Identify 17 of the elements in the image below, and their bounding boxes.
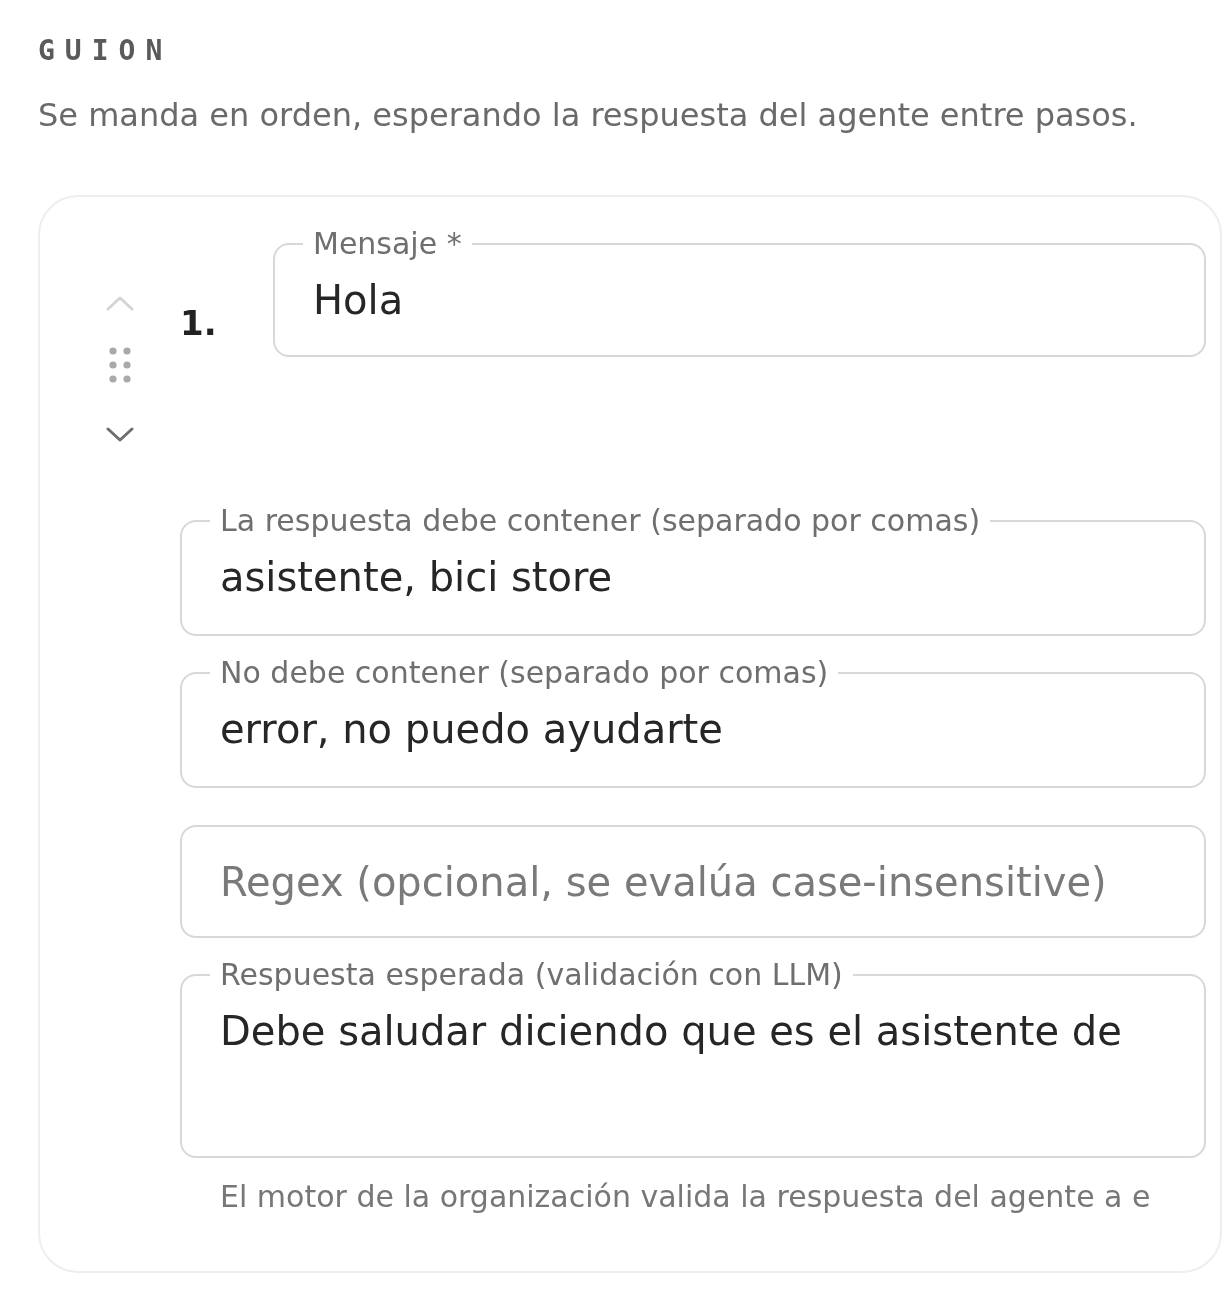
helper-text: El motor de la organización valida la respuesta del agente a e [219, 1179, 1151, 1215]
textarea-field[interactable]: Respuesta esperada (validación con LLM) Debe saludar diciendo que es el asistente de [180, 958, 1206, 1158]
drag-handle-icon[interactable] [108, 347, 132, 383]
field-label: La respuesta debe contener (separado por comas) [219, 504, 982, 538]
section-description: Se manda en orden, esperando la respuesta del agente entre pasos. [38, 95, 1138, 135]
text-input[interactable]: error, no puedo ayudarte [220, 704, 1166, 754]
section-title: GUION [38, 33, 173, 69]
field-label: Mensaje * [312, 227, 463, 261]
input-field[interactable]: Regex (opcional, se evalúa case-insensitive) [180, 825, 1206, 938]
text-input[interactable]: Hola [313, 275, 1166, 325]
field-label: No debe contener (separado por comas) [219, 656, 830, 690]
text-input[interactable]: Regex (opcional, se evalúa case-insensitive) [220, 857, 1166, 907]
text-area[interactable]: Debe saludar diciendo que es el asistente de [220, 1006, 1166, 1124]
field-label: Respuesta esperada (validación con LLM) [219, 958, 844, 992]
chevron-down-icon[interactable] [106, 427, 134, 443]
text-input[interactable]: asistente, bici store [220, 552, 1166, 602]
step-number: 1. [180, 303, 218, 343]
